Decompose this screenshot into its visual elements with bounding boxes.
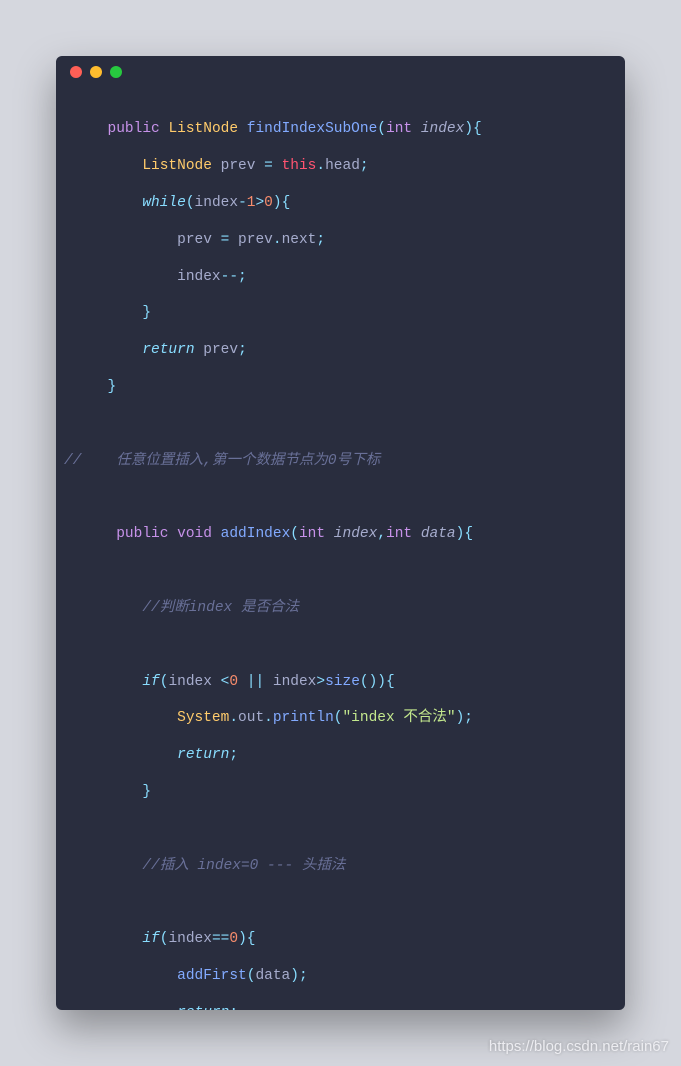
prop: head [325,158,360,174]
ident: index [177,269,221,285]
ident: prev [238,232,273,248]
prop: next [282,232,317,248]
param-name: index [334,526,378,542]
op: -- [221,269,238,285]
keyword-return: return [177,747,229,763]
keyword-public: public [108,121,160,137]
arg: data [255,968,290,984]
fn-call: size [325,674,360,690]
param-type: int [386,526,412,542]
keyword-while: while [142,195,186,211]
ident: index [195,195,239,211]
keyword-public: public [116,526,168,542]
this-keyword: this [282,158,317,174]
comment: //判断index 是否合法 [142,600,299,616]
return-type: ListNode [168,121,238,137]
fn-call: addFirst [177,968,247,984]
op: > [316,674,325,690]
keyword-if: if [142,674,159,690]
ident: index [168,674,212,690]
close-icon[interactable] [70,66,82,78]
num: 0 [229,674,238,690]
type: ListNode [142,158,212,174]
num: 0 [229,931,238,947]
comment: // 任意位置插入,第一个数据节点为0号下标 [64,453,380,469]
param-name: data [421,526,456,542]
keyword-return: return [177,1005,229,1010]
zoom-icon[interactable] [110,66,122,78]
op: || [247,674,264,690]
ident: prev [203,342,238,358]
keyword-if: if [142,931,159,947]
function-name: findIndexSubOne [247,121,378,137]
window-titlebar [56,56,625,88]
class-name: System [177,710,229,726]
watermark-text: https://blog.csdn.net/rain67 [489,1037,669,1056]
ident: prev [177,232,212,248]
keyword-return: return [142,342,194,358]
param-type: int [299,526,325,542]
function-name: addIndex [221,526,291,542]
op: - [238,195,247,211]
prop: out [238,710,264,726]
minimize-icon[interactable] [90,66,102,78]
param-type: int [386,121,412,137]
param-name: index [421,121,465,137]
op: == [212,931,229,947]
return-type: void [177,526,212,542]
string-literal: "index 不合法" [342,710,455,726]
fn-call: println [273,710,334,726]
ident: index [273,674,317,690]
ident: index [168,931,212,947]
comment: //插入 index=0 --- 头插法 [142,858,345,874]
code-block: public ListNode findIndexSubOne(int inde… [56,88,625,1010]
op: > [255,195,264,211]
code-card: public ListNode findIndexSubOne(int inde… [56,56,625,1010]
num: 0 [264,195,273,211]
var: prev [221,158,256,174]
